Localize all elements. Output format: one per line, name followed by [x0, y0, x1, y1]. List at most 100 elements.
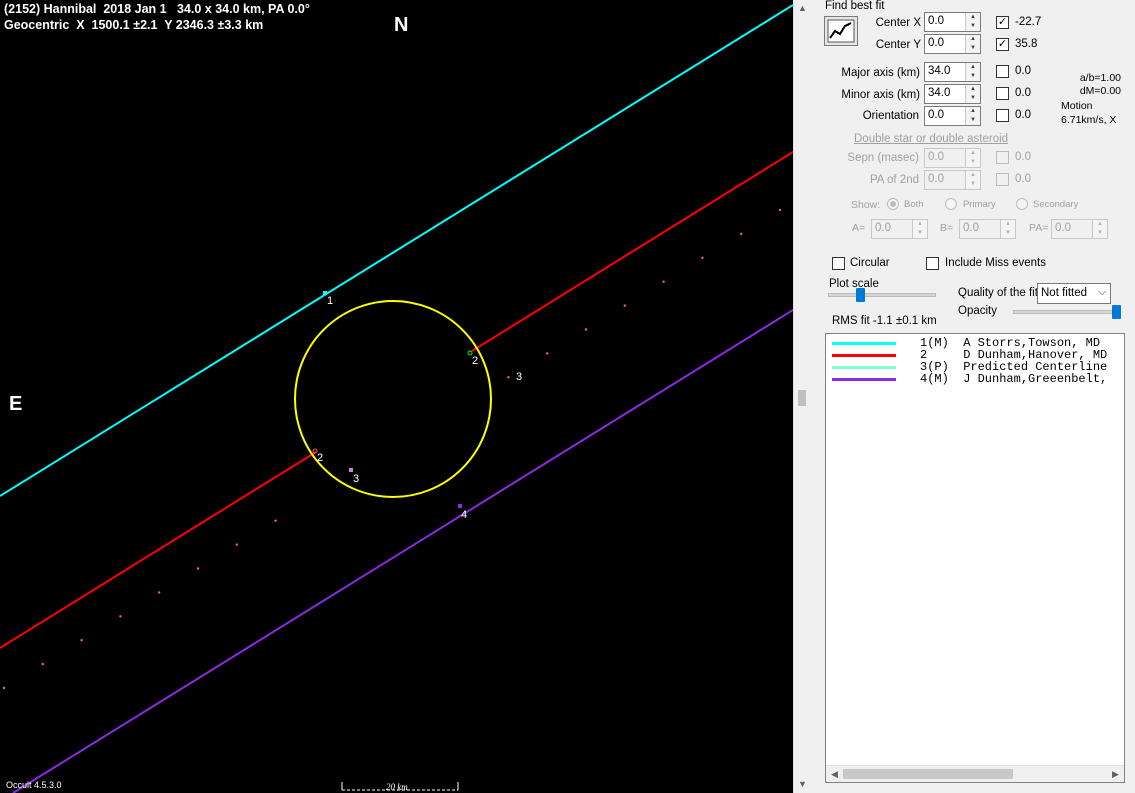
- spin-down-icon[interactable]: ▼: [966, 72, 980, 81]
- spin-up-icon[interactable]: ▲: [966, 149, 980, 158]
- a-spinner[interactable]: ▲ ▼: [912, 220, 927, 238]
- plot-scale-slider[interactable]: [828, 293, 936, 297]
- include-miss-checkbox[interactable]: [926, 257, 939, 270]
- pa2-input[interactable]: 0.0 ▲ ▼: [1051, 219, 1108, 239]
- scroll-down-icon[interactable]: ▼: [794, 776, 811, 793]
- asteroid-ellipse: [294, 300, 492, 498]
- legend-scroll-thumb[interactable]: [843, 769, 1013, 779]
- pa-of-2nd-spinner[interactable]: ▲ ▼: [965, 171, 980, 189]
- center-y-input[interactable]: 0.0 ▲ ▼: [924, 34, 981, 54]
- spin-up-icon[interactable]: ▲: [966, 63, 980, 72]
- predicted-centerline-dot: [119, 615, 122, 618]
- major-axis-spinner[interactable]: ▲ ▼: [965, 63, 980, 81]
- find-best-fit-label: Find best fit: [825, 0, 885, 12]
- center-x-checkbox[interactable]: ✓: [996, 16, 1009, 29]
- center-y-checkbox[interactable]: ✓: [996, 38, 1009, 51]
- circular-label: Circular: [850, 257, 890, 269]
- major-axis-input[interactable]: 34.0 ▲ ▼: [924, 62, 981, 82]
- predicted-centerline-dot: [158, 591, 161, 594]
- spin-up-icon[interactable]: ▲: [966, 13, 980, 22]
- show-both-radio[interactable]: [887, 198, 899, 210]
- spin-up-icon[interactable]: ▲: [1001, 220, 1015, 229]
- opacity-thumb[interactable]: [1112, 305, 1121, 319]
- scroll-up-icon[interactable]: ▲: [794, 0, 811, 17]
- legend-horizontal-scrollbar[interactable]: ◀ ▶: [826, 765, 1124, 782]
- scroll-thumb[interactable]: [798, 390, 806, 406]
- center-y-spinner[interactable]: ▲ ▼: [965, 35, 980, 53]
- scroll-right-icon[interactable]: ▶: [1107, 766, 1124, 782]
- a-input[interactable]: 0.0 ▲ ▼: [871, 219, 928, 239]
- predicted-centerline-dot: [2, 686, 6, 690]
- chevron-down-icon: ⌵: [1098, 287, 1106, 298]
- spin-down-icon[interactable]: ▼: [1001, 229, 1015, 238]
- spin-up-icon[interactable]: ▲: [966, 85, 980, 94]
- circular-checkbox[interactable]: [832, 257, 845, 270]
- show-label: Show:: [851, 199, 881, 211]
- orientation-checkbox[interactable]: [996, 109, 1009, 122]
- occultation-plot[interactable]: 1 2 3 2 3 4 (2152) Hannibal 2018 Jan 1 3…: [0, 0, 793, 793]
- predicted-centerline-dot: [701, 256, 704, 259]
- spin-down-icon[interactable]: ▼: [966, 44, 980, 53]
- center-x-result: -22.7: [1015, 16, 1042, 28]
- predicted-centerline-dot: [740, 232, 743, 236]
- spin-up-icon[interactable]: ▲: [913, 220, 927, 229]
- major-axis-result: 0.0: [1015, 65, 1031, 77]
- north-label: N: [394, 14, 409, 36]
- spin-up-icon[interactable]: ▲: [966, 107, 980, 116]
- spin-down-icon[interactable]: ▼: [966, 180, 980, 189]
- chord-2-line-upper: [471, 151, 793, 352]
- sepn-result: 0.0: [1015, 151, 1031, 163]
- scroll-left-icon[interactable]: ◀: [826, 766, 843, 782]
- minor-axis-checkbox[interactable]: [996, 87, 1009, 100]
- legend-swatch: [832, 354, 896, 357]
- legend-row[interactable]: 4(M) J Dunham,Greeenbelt,: [826, 373, 1124, 385]
- opacity-slider[interactable]: [1013, 310, 1121, 314]
- predicted-centerline-dot: [235, 543, 238, 546]
- spin-down-icon[interactable]: ▼: [966, 116, 980, 125]
- pa-of-2nd-input[interactable]: 0.0 ▲ ▼: [924, 170, 981, 190]
- spin-up-icon[interactable]: ▲: [966, 171, 980, 180]
- predicted-centerline-dot: [80, 639, 83, 642]
- center-x-input[interactable]: 0.0 ▲ ▼: [924, 12, 981, 32]
- predicted-centerline-dot: [274, 519, 277, 522]
- plot-scale-label: Plot scale: [829, 278, 879, 290]
- minor-axis-input[interactable]: 34.0 ▲ ▼: [924, 84, 981, 104]
- center-y-label: Center Y: [875, 39, 921, 51]
- orientation-input[interactable]: 0.0 ▲ ▼: [924, 106, 981, 126]
- motion-value: 6.71km/s, X: [1061, 114, 1117, 126]
- scale-label: 20 km: [386, 782, 408, 792]
- spin-up-icon[interactable]: ▲: [1093, 220, 1107, 229]
- chord-label-2a: 2: [472, 355, 478, 367]
- spin-down-icon[interactable]: ▼: [966, 22, 980, 31]
- pa-of-2nd-checkbox[interactable]: [996, 173, 1009, 186]
- minor-axis-spinner[interactable]: ▲ ▼: [965, 85, 980, 103]
- show-secondary-radio[interactable]: [1016, 198, 1028, 210]
- opacity-label: Opacity: [958, 305, 997, 317]
- sepn-input[interactable]: 0.0 ▲ ▼: [924, 148, 981, 168]
- center-x-spinner[interactable]: ▲ ▼: [965, 13, 980, 31]
- sepn-checkbox[interactable]: [996, 151, 1009, 164]
- spin-up-icon[interactable]: ▲: [966, 35, 980, 44]
- b-spinner[interactable]: ▲ ▼: [1000, 220, 1015, 238]
- axis-ratio-value: a/b=1.00: [1079, 72, 1121, 84]
- predicted-centerline-dot: [584, 328, 588, 331]
- quality-dropdown[interactable]: Not fitted ⌵: [1037, 283, 1111, 304]
- spin-down-icon[interactable]: ▼: [913, 229, 927, 238]
- chord-label-3b: 3: [353, 473, 359, 485]
- sepn-spinner[interactable]: ▲ ▼: [965, 149, 980, 167]
- chord-4-line: [12, 309, 793, 793]
- spin-down-icon[interactable]: ▼: [1093, 229, 1107, 238]
- predicted-centerline-dots: [2, 208, 782, 690]
- orientation-spinner[interactable]: ▲ ▼: [965, 107, 980, 125]
- vertical-scrollbar[interactable]: ▲ ▼: [793, 0, 810, 793]
- major-axis-checkbox[interactable]: [996, 65, 1009, 78]
- observer-legend-list[interactable]: 1(M) A Storrs,Towson, MD 2 D Dunham,Hano…: [825, 333, 1125, 783]
- chord-label-1: 1: [327, 295, 333, 307]
- show-primary-radio[interactable]: [945, 198, 957, 210]
- spin-down-icon[interactable]: ▼: [966, 158, 980, 167]
- b-input[interactable]: 0.0 ▲ ▼: [959, 219, 1016, 239]
- pa2-spinner[interactable]: ▲ ▼: [1092, 220, 1107, 238]
- spin-down-icon[interactable]: ▼: [966, 94, 980, 103]
- plot-scale-thumb[interactable]: [856, 288, 865, 302]
- center-y-result: 35.8: [1015, 38, 1038, 50]
